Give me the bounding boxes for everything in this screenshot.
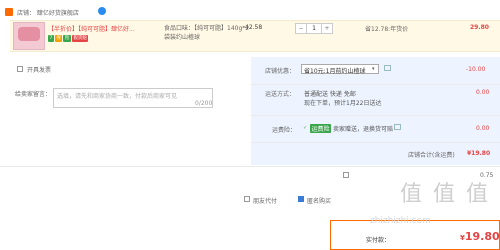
insurance-tag: 运费险 [310,124,332,133]
badge-fake-compensation: 假货赔 [71,35,89,42]
divider [251,115,500,116]
sku-info: 食品口味：【纯可可脂】140g*2 袋装约山楂球 [164,25,250,41]
divider [251,84,500,85]
insurance-text: 卖家赠送，退换货可赔 [332,126,393,133]
qty-input[interactable]: 1 [306,24,322,33]
product-image [18,27,40,41]
qty-plus-button[interactable]: + [322,24,332,33]
watermark: 值 值 值 [400,182,490,207]
remark-char-count: 0/200 [195,100,213,107]
insurance-label: 运费险： [272,127,297,134]
payment-amount: ¥19.80 [460,230,500,243]
item-total: 29.80 [470,24,489,31]
badge-guarantee: 保 [54,35,63,42]
service-badges: 7 保险假货赔 [48,34,89,42]
qty-minus-button[interactable]: − [296,24,306,33]
remark-placeholder: 选填，请先和商家协商一致，付款后商家可见 [57,93,178,100]
unit-price: 42.58 [245,24,263,31]
friend-pay-label: 朋友代付 [253,198,278,205]
coupon-amount: -10.00 [466,66,486,73]
subtotal-amount: ¥19.80 [467,150,491,157]
discount-text: 省12.78:年货价 [365,26,409,33]
quantity-stepper[interactable]: − 1 + [295,23,333,34]
product-title[interactable]: 【半折价】【纯可可脂】肆亿好... [48,24,135,33]
shipping-method[interactable]: 普通配送 快递 免邮 [304,89,356,98]
badge-7day: 7 [48,35,54,42]
coupon-selected: 省10元:1月前约山楂球 [304,68,366,75]
info-icon[interactable] [394,124,401,130]
coupon-label: 店铺优惠： [265,68,296,75]
store-icon [5,8,13,16]
watermark-url: zhizhizhi.com [370,216,431,226]
divider [0,166,500,167]
remark-label: 给卖家留言： [15,91,52,98]
insurance-info: 运费险 卖家赠送，退换货可赔 [310,124,393,133]
wangwang-chat-icon[interactable] [98,7,106,15]
check-icon: ✓ [303,125,308,131]
shipping-amount: 0.00 [476,89,490,96]
shipping-eta: 现在下单，预计1月22日送达 [304,100,382,107]
subtotal-label: 店铺合计(含运费) [408,152,455,159]
summary-checkbox[interactable] [343,172,349,178]
payment-label: 实付款： [366,237,391,244]
anonymous-label: 匿名购买 [307,198,332,205]
info-icon[interactable] [384,65,391,71]
store-name[interactable]: 店铺： 肆亿好货旗舰店 [17,8,79,17]
anonymous-checkbox[interactable] [298,196,304,202]
invoice-label: 开具发票 [27,67,52,74]
badge-insurance: 险 [63,35,71,42]
shipping-label: 运送方式： [265,91,296,98]
friend-pay-checkbox[interactable] [244,196,250,202]
invoice-checkbox[interactable] [17,66,23,72]
insurance-amount: 0.00 [476,125,490,132]
divider [251,142,500,143]
chevron-down-icon: ▾ [372,66,375,72]
